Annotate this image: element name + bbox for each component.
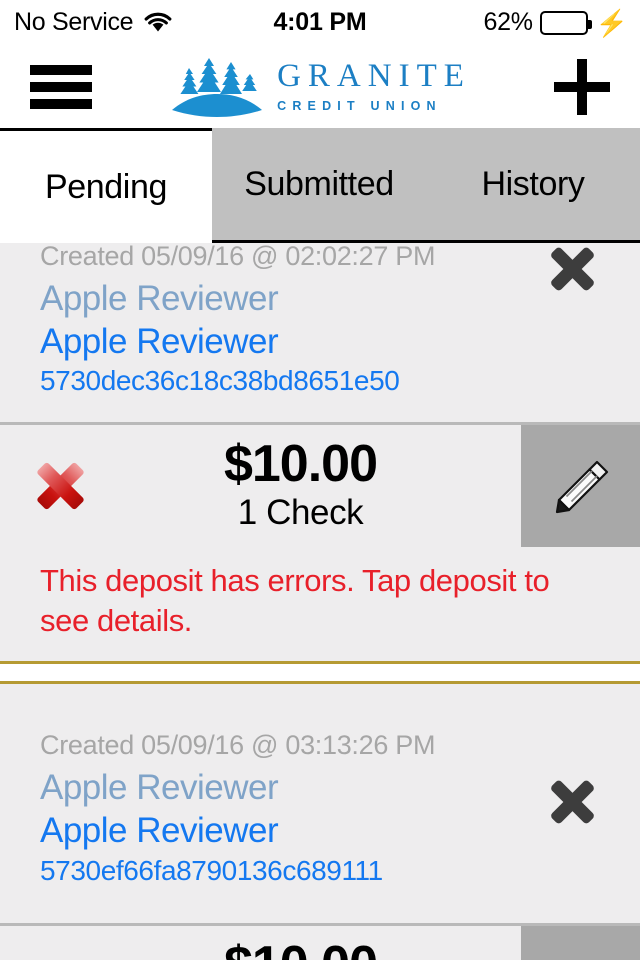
brand-name: GRANITE	[277, 58, 471, 95]
deposit-status-cell	[0, 425, 120, 547]
app-header: GRANITE CREDIT UNION	[0, 45, 640, 128]
edit-deposit-button[interactable]	[521, 424, 640, 547]
brand-text: GRANITE CREDIT UNION	[277, 60, 471, 113]
plus-icon[interactable]	[554, 58, 610, 115]
deposit-amount-row[interactable]: $10.00 1 Check	[0, 421, 640, 547]
edit-deposit-button[interactable]	[521, 926, 640, 960]
tab-history-label: History	[481, 164, 585, 203]
app-root: No Service 4:01 PM 62% ⚡ GRANITE CREDIT …	[0, 0, 640, 960]
deposit-amount: $10.00	[223, 434, 378, 493]
deposit-status-cell	[0, 926, 120, 960]
brand-logo: GRANITE CREDIT UNION	[169, 54, 471, 120]
close-x-icon[interactable]	[546, 776, 598, 828]
red-error-x-icon	[34, 460, 86, 512]
deposit-card[interactable]: Created 05/09/16 @ 03:13:26 PM Apple Rev…	[0, 684, 640, 960]
close-x-icon[interactable]	[546, 243, 598, 295]
deposit-created-label: Created 05/09/16 @ 03:13:26 PM	[40, 730, 436, 761]
deposit-member-name: Apple Reviewer	[40, 321, 279, 361]
deposit-amount-block: $10.00 1 Check	[120, 926, 521, 960]
hamburger-menu-icon[interactable]	[30, 64, 92, 109]
tab-bar: Pending Submitted History	[0, 128, 640, 243]
granite-trees-logo-icon	[172, 57, 263, 117]
deposit-amount-block: $10.00 1 Check	[120, 425, 521, 547]
deposit-amount-row[interactable]: $10.00 1 Check	[0, 923, 640, 960]
battery-percent-label: 62%	[483, 8, 533, 36]
list-separator	[0, 661, 640, 685]
tab-pending[interactable]: Pending	[0, 128, 212, 243]
brand-subtitle: CREDIT UNION	[277, 99, 442, 114]
deposit-info[interactable]: Created 05/09/16 @ 02:02:27 PM Apple Rev…	[0, 243, 640, 422]
deposit-info[interactable]: Created 05/09/16 @ 03:13:26 PM Apple Rev…	[0, 684, 640, 923]
deposit-id-label: 5730ef66fa8790136c689111	[40, 854, 383, 886]
pencil-edit-icon	[545, 951, 617, 960]
deposit-id-label: 5730dec36c18c38bd8651e50	[40, 365, 400, 397]
deposit-list[interactable]: Created 05/09/16 @ 02:02:27 PM Apple Rev…	[0, 243, 640, 960]
deposit-amount: $10.00	[224, 938, 378, 960]
deposit-check-count: 1 Check	[237, 493, 364, 533]
tab-pending-label: Pending	[45, 167, 167, 206]
battery-icon	[539, 10, 592, 35]
status-bar: No Service 4:01 PM 62% ⚡	[0, 0, 640, 45]
tab-submitted[interactable]: Submitted	[212, 128, 426, 243]
deposit-card[interactable]: Created 05/09/16 @ 02:02:27 PM Apple Rev…	[0, 243, 640, 662]
status-bar-right: 62% ⚡	[483, 0, 628, 45]
tab-submitted-label: Submitted	[244, 164, 394, 203]
tab-history[interactable]: History	[426, 128, 640, 243]
deposit-error-message: This deposit has errors. Tap deposit to …	[0, 546, 640, 662]
pencil-edit-icon	[555, 460, 608, 513]
lightning-bolt-icon: ⚡	[595, 7, 628, 38]
